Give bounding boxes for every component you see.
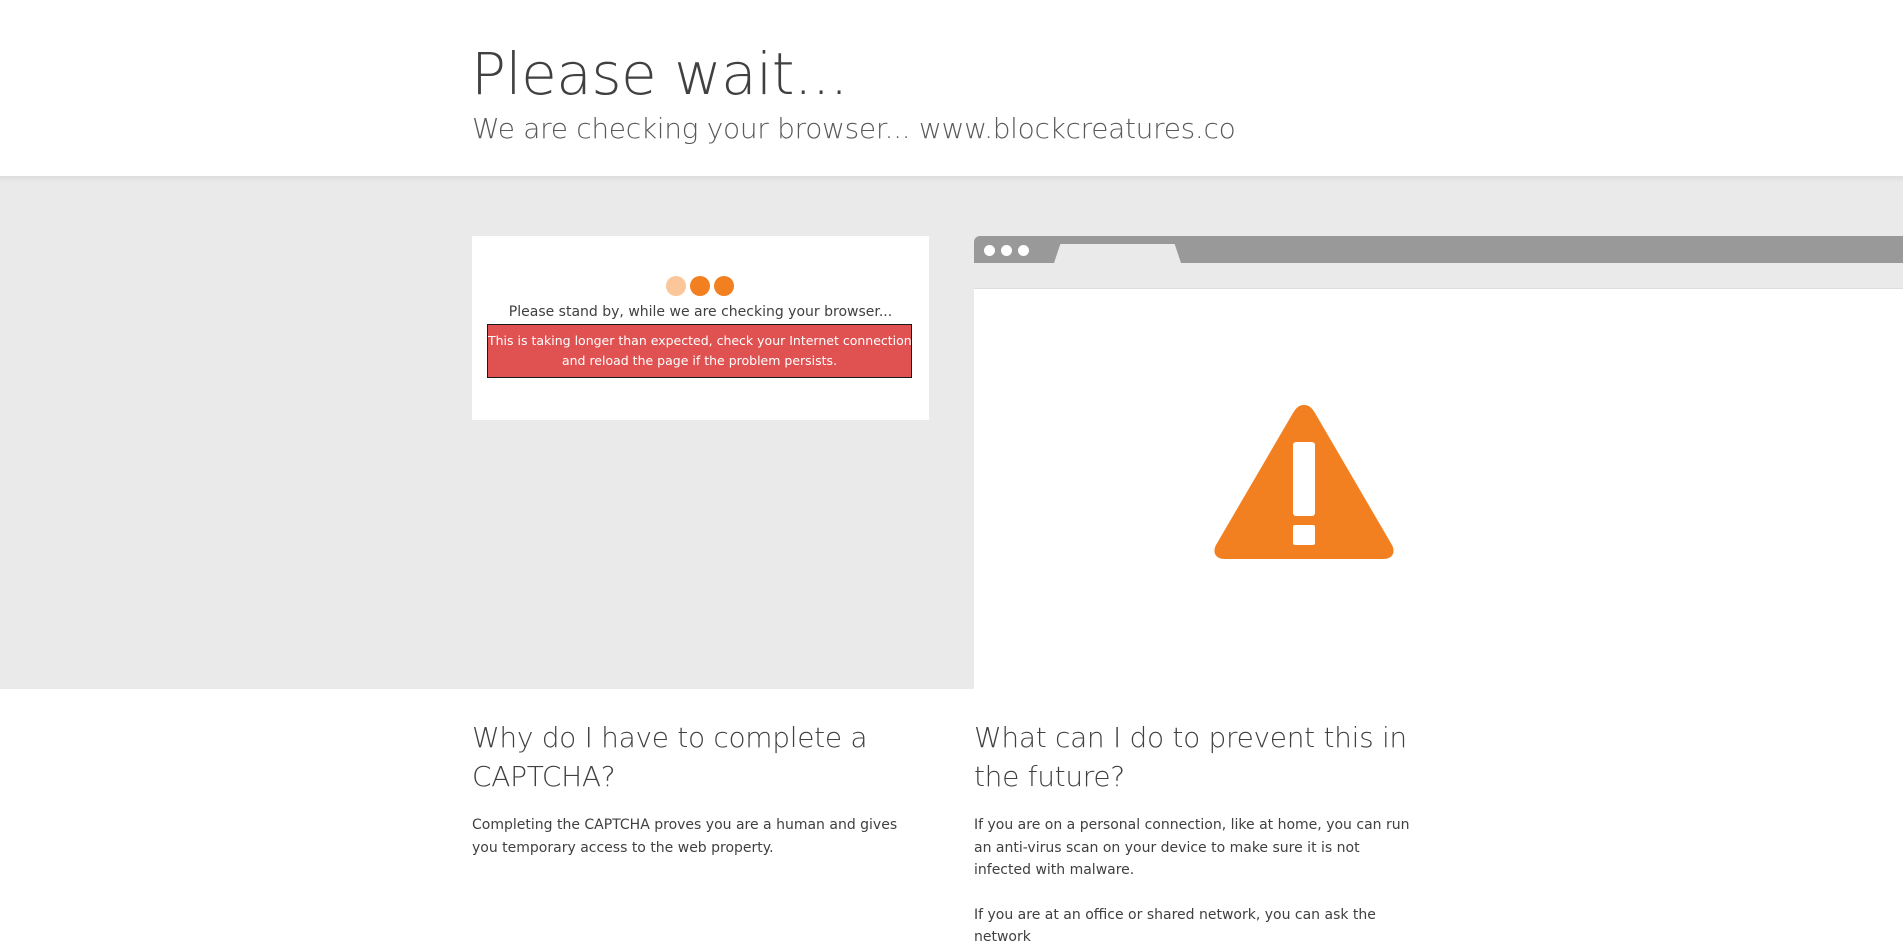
- page-header: Please wait... We are checking your brow…: [0, 0, 1903, 176]
- browser-title-bar: [974, 236, 1903, 263]
- prevention-text-personal: If you are on a personal connection, lik…: [974, 817, 1410, 878]
- page-title: Please wait...: [471, 40, 848, 108]
- error-text-line: This is taking longer than expected, che…: [488, 333, 912, 348]
- window-dot-icon: [1001, 245, 1012, 256]
- browser-tab-shape: [1054, 244, 1181, 263]
- browser-content-area: [974, 289, 1903, 689]
- error-text-line: and reload the page if the problem persi…: [561, 353, 838, 368]
- warning-triangle-icon: [1214, 405, 1394, 559]
- window-dot-icon: [1018, 245, 1029, 256]
- loading-dot: [666, 276, 686, 296]
- window-dot-icon: [984, 245, 995, 256]
- why-captcha-text: Completing the CAPTCHA proves you are a …: [472, 817, 898, 856]
- browser-address-strip: [974, 263, 1903, 289]
- prevention-explanation: What can I do to prevent this in the fut…: [974, 718, 1414, 949]
- prevention-heading: What can I do to prevent this in the fut…: [974, 721, 1407, 793]
- browser-illustration: [974, 236, 1903, 689]
- timeout-error-banner: This is taking longer than expected, che…: [487, 324, 912, 378]
- prevention-text-office: If you are at an office or shared networ…: [974, 906, 1376, 946]
- challenge-status-box: Please stand by, while we are checking y…: [472, 236, 929, 420]
- why-captcha-heading: Why do I have to complete a CAPTCHA?: [472, 721, 868, 793]
- page-subtitle: We are checking your browser... www.bloc…: [472, 112, 1236, 145]
- captcha-explanation: Why do I have to complete a CAPTCHA? Com…: [472, 718, 912, 859]
- standby-message: Please stand by, while we are checking y…: [508, 304, 893, 320]
- loading-dot: [690, 276, 710, 296]
- loading-dot: [714, 276, 734, 296]
